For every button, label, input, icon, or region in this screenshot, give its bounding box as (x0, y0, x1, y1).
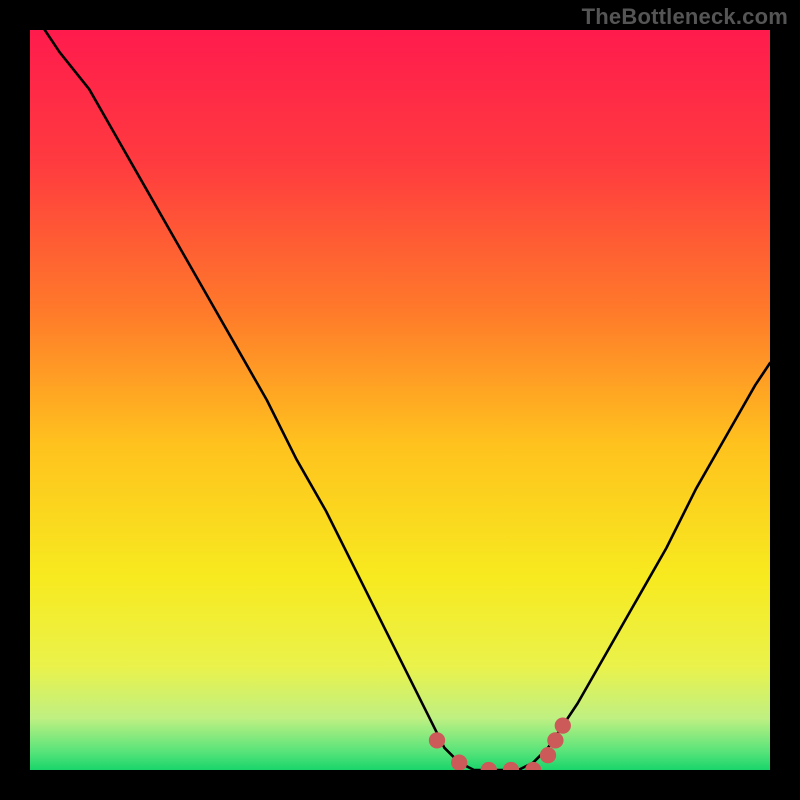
highlight-dot (547, 732, 563, 748)
curve-layer (30, 30, 770, 770)
highlight-dot (481, 762, 497, 770)
highlight-dot (525, 762, 541, 770)
highlight-dot (429, 732, 445, 748)
highlight-dot (540, 747, 556, 763)
bottleneck-curve (45, 30, 770, 770)
highlight-dot (503, 762, 519, 770)
watermark-text: TheBottleneck.com (582, 4, 788, 30)
highlight-dot (555, 717, 571, 733)
plot-area (30, 30, 770, 770)
chart-frame: TheBottleneck.com (0, 0, 800, 800)
highlight-dots (429, 717, 571, 770)
highlight-dot (451, 754, 467, 770)
